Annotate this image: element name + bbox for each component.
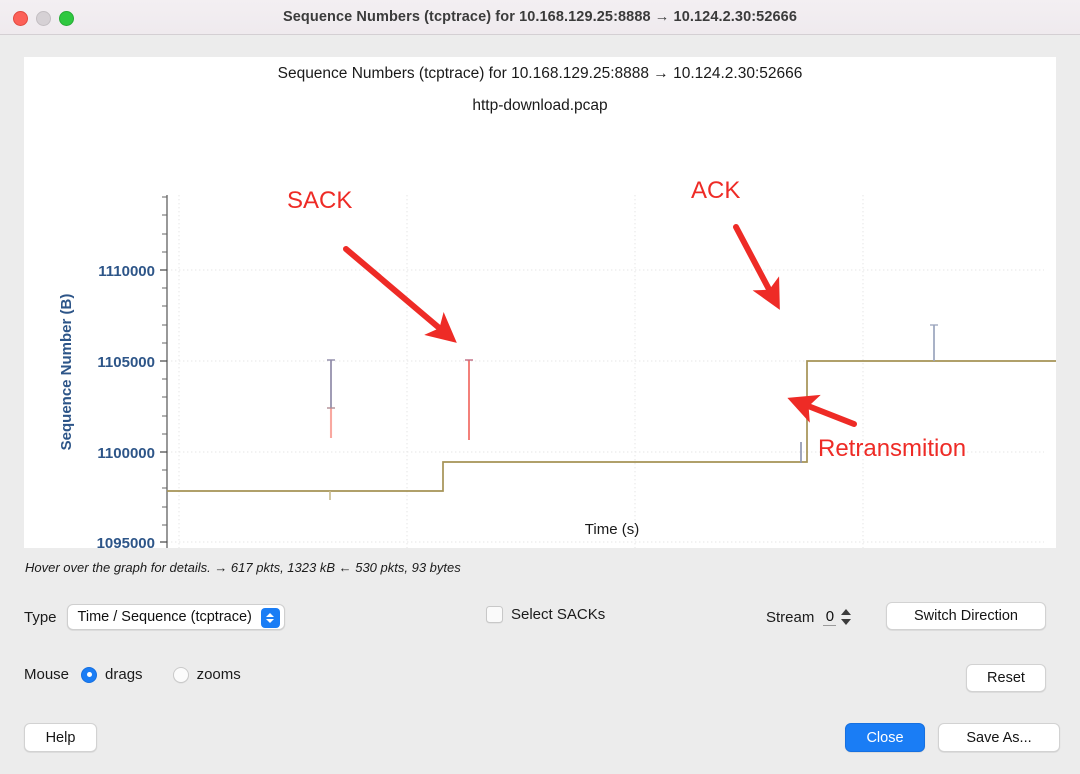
close-button[interactable]: Close (845, 723, 925, 752)
mouse-drags-option[interactable]: drags (81, 666, 143, 683)
save-as-button[interactable]: Save As... (938, 723, 1060, 752)
stream-label: Stream (766, 608, 815, 626)
grid-vertical (178, 195, 864, 548)
reset-button[interactable]: Reset (966, 664, 1046, 692)
annotation-label-ack: ACK (691, 177, 740, 204)
status-text: Hover over the graph for details. → 617 … (25, 560, 461, 575)
annotation-arrow-retransmission (787, 394, 857, 427)
mouse-label: Mouse (24, 666, 70, 683)
stepper-up-icon[interactable] (841, 609, 852, 615)
mouse-drags-label: drags (105, 666, 143, 683)
stream-stepper[interactable] (841, 606, 852, 628)
graph-type-value: Time / Sequence (tcptrace) (77, 609, 252, 625)
graph-type-select[interactable]: Time / Sequence (tcptrace) (66, 604, 285, 630)
plot-area[interactable]: 1110000 1105000 1100000 1095000 56.6 56.… (24, 57, 1056, 548)
radio-zooms[interactable] (172, 666, 189, 683)
annotation-arrow-ack (733, 224, 780, 310)
y-axis-title: Sequence Number (B) (58, 294, 75, 451)
stream-input[interactable]: 0 (823, 608, 837, 626)
chart-panel[interactable]: Sequence Numbers (tcptrace) for 10.168.1… (24, 57, 1056, 548)
annotation-arrow-sack (343, 246, 457, 343)
tcp-stream-graph-dialog: Sequence Numbers (tcptrace) for 10.168.1… (0, 0, 1080, 774)
retransmission-marker (930, 324, 938, 361)
annotation-label-sack: SACK (287, 187, 352, 214)
select-sacks-checkbox[interactable] (486, 606, 503, 623)
x-axis-title: Time (s) (585, 521, 639, 538)
mouse-mode-row: Mouse drags zooms (24, 666, 241, 683)
type-row: Type Time / Sequence (tcptrace) (24, 604, 285, 630)
select-sacks-label: Select SACKs (511, 606, 606, 623)
y-tick-label: 1105000 (97, 354, 155, 371)
help-button[interactable]: Help (24, 723, 97, 752)
stream-row: Stream 0 (766, 606, 852, 628)
mouse-zooms-option[interactable]: zooms (172, 666, 241, 683)
y-tick-label: 1110000 (98, 263, 155, 280)
sack-bar (327, 359, 335, 438)
chevron-updown-icon[interactable] (260, 608, 280, 628)
y-tick-label: 1095000 (97, 535, 155, 548)
y-tick-label: 1100000 (97, 445, 155, 462)
window-title: Sequence Numbers (tcptrace) for 10.168.1… (283, 9, 797, 25)
ack-sequence-line (167, 360, 1056, 492)
y-axis-major-ticks (160, 269, 167, 543)
window-title-bar: Sequence Numbers (tcptrace) for 10.168.1… (0, 0, 1080, 35)
select-sacks-row[interactable]: Select SACKs (486, 606, 605, 623)
radio-drags[interactable] (81, 666, 98, 683)
mouse-zooms-label: zooms (196, 666, 241, 683)
grid-horizontal (167, 269, 1044, 543)
stepper-down-icon[interactable] (841, 619, 852, 625)
type-label: Type (24, 608, 57, 626)
switch-direction-button[interactable]: Switch Direction (886, 602, 1046, 630)
annotation-label-retransmission: Retransmition (818, 435, 966, 462)
sack-bar (465, 359, 473, 440)
